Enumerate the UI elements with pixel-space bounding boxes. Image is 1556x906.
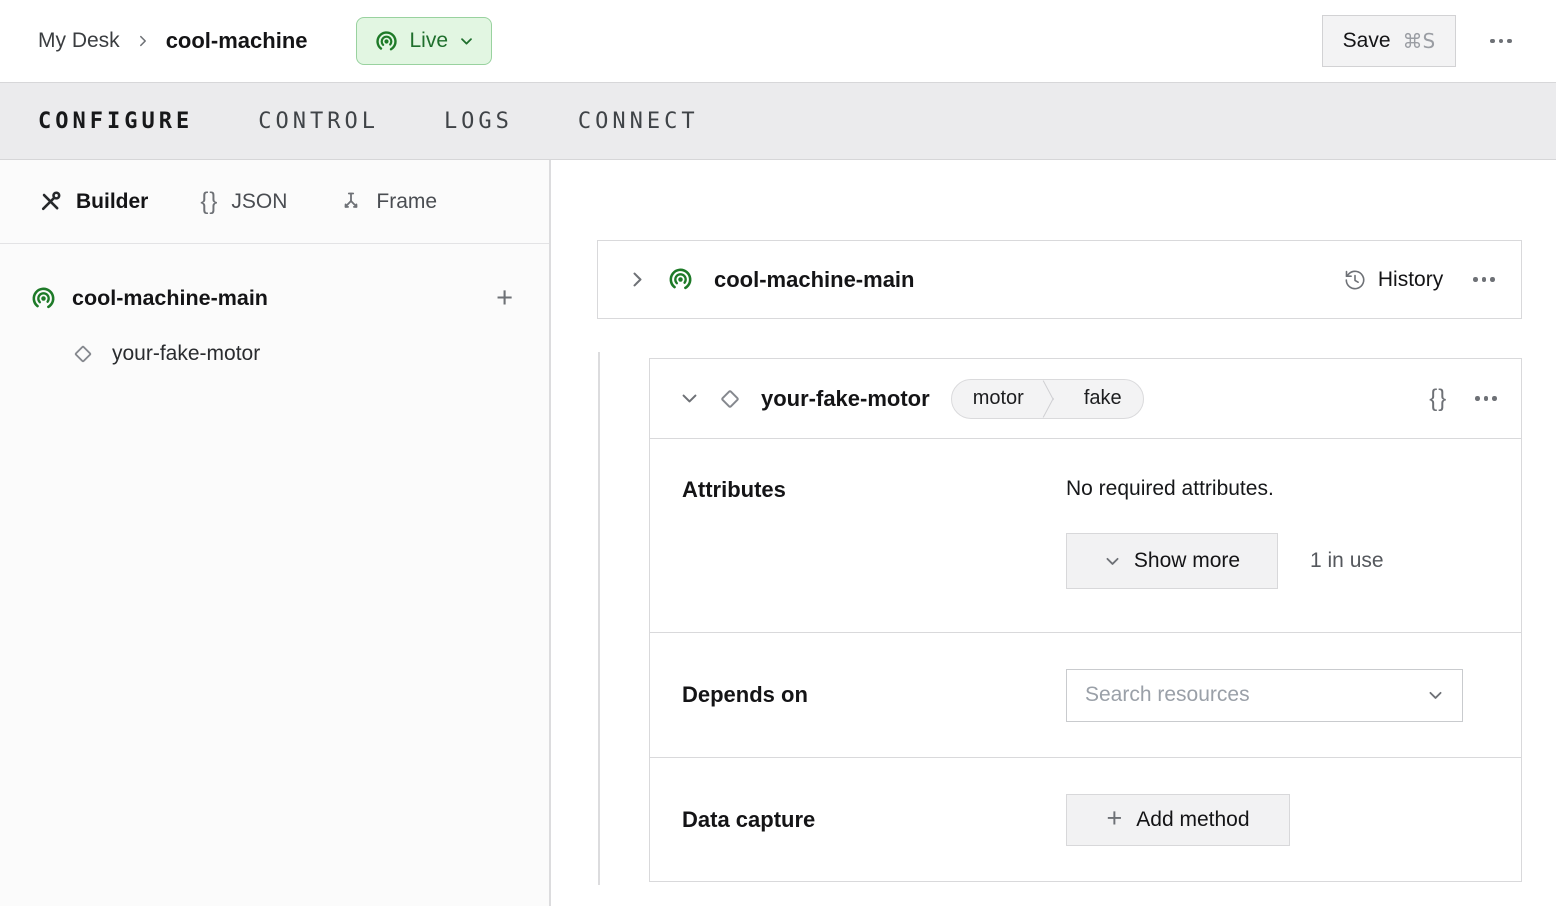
component-card-title: your-fake-motor: [761, 385, 930, 411]
machine-live-icon: [374, 29, 399, 54]
braces-icon: {}: [200, 187, 219, 215]
resource-tree: cool-machine-main + your-fake-motor: [0, 244, 549, 376]
component-json-icon[interactable]: {}: [1429, 385, 1447, 413]
tab-configure[interactable]: CONFIGURE: [38, 109, 193, 134]
chevron-down-icon: [459, 34, 474, 49]
chevron-down-icon: [1104, 553, 1121, 570]
component-type-label: motor: [972, 387, 1024, 409]
collapse-component-chevron-icon[interactable]: [680, 389, 699, 408]
component-model-badge: motor fake: [950, 378, 1144, 419]
config-sidebar: Builder {} JSON Frame cool-machine-main …: [0, 160, 551, 906]
attributes-label: Attributes: [682, 477, 786, 502]
view-frame-label: Frame: [376, 189, 438, 213]
depends-on-section: Depends on: [650, 633, 1521, 758]
show-more-button[interactable]: Show more: [1066, 533, 1278, 589]
topbar-more-button[interactable]: [1490, 38, 1512, 44]
add-method-label: Add method: [1136, 808, 1250, 831]
component-card-header: your-fake-motor motor fake {}: [650, 359, 1521, 439]
breadcrumb-separator-icon: [136, 34, 150, 48]
machine-part-icon: [30, 285, 57, 312]
search-resources-input[interactable]: [1085, 683, 1427, 707]
tree-part-label: cool-machine-main: [72, 285, 268, 310]
show-more-label: Show more: [1133, 549, 1241, 572]
part-card-title: cool-machine-main: [714, 266, 915, 292]
breadcrumb: My Desk cool-machine: [38, 28, 308, 54]
expand-part-chevron-icon[interactable]: [628, 270, 647, 289]
component-diamond-icon: [70, 341, 96, 367]
depends-on-label: Depends on: [682, 682, 808, 707]
save-button[interactable]: Save ⌘S: [1321, 15, 1457, 67]
machine-status-dropdown[interactable]: Live: [355, 17, 493, 65]
component-model-label: fake: [1083, 387, 1122, 409]
tab-logs[interactable]: LOGS: [444, 109, 513, 134]
history-button[interactable]: History: [1343, 268, 1443, 292]
machine-status-label: Live: [409, 29, 449, 52]
save-shortcut: ⌘S: [1402, 29, 1436, 53]
plus-icon: +: [1106, 803, 1123, 833]
add-resource-button[interactable]: +: [496, 283, 513, 313]
view-builder-label: Builder: [76, 189, 149, 213]
attributes-section: Attributes No required attributes. Show …: [650, 439, 1521, 633]
attributes-empty-text: No required attributes.: [1066, 477, 1274, 500]
tab-connect[interactable]: CONNECT: [578, 109, 699, 134]
component-diamond-icon: [716, 385, 744, 413]
data-capture-label: Data capture: [682, 807, 816, 832]
view-frame[interactable]: Frame: [339, 190, 437, 214]
view-builder[interactable]: Builder: [38, 189, 148, 214]
add-method-button[interactable]: + Add method: [1066, 794, 1290, 846]
attributes-in-use-count: 1 in use: [1310, 549, 1384, 572]
tree-item-component[interactable]: your-fake-motor: [0, 332, 549, 376]
chevron-down-icon: [1427, 687, 1444, 704]
builder-tools-icon: [38, 189, 63, 214]
component-card: your-fake-motor motor fake {} Attributes…: [649, 358, 1522, 882]
data-capture-section: Data capture + Add method: [650, 758, 1521, 882]
tree-connector-line: [598, 352, 600, 885]
view-switcher: Builder {} JSON Frame: [0, 160, 549, 244]
tree-component-label: your-fake-motor: [112, 342, 261, 365]
badge-divider: [1045, 380, 1063, 418]
part-card-more-button[interactable]: [1473, 277, 1495, 282]
machine-part-card: cool-machine-main History: [597, 240, 1522, 319]
machine-tabs: CONFIGURE CONTROL LOGS CONNECT: [0, 82, 1556, 160]
view-json-label: JSON: [231, 189, 288, 213]
top-bar: My Desk cool-machine Live Save ⌘S: [0, 0, 1556, 82]
component-more-button[interactable]: [1475, 396, 1497, 401]
breadcrumb-current: cool-machine: [165, 28, 308, 53]
breadcrumb-root-link[interactable]: My Desk: [38, 29, 120, 53]
history-icon: [1343, 268, 1367, 292]
machine-part-icon: [667, 266, 694, 293]
frame-axes-icon: [339, 190, 363, 214]
tab-control[interactable]: CONTROL: [258, 109, 379, 134]
history-label: History: [1377, 267, 1444, 291]
view-json[interactable]: {} JSON: [200, 188, 287, 216]
depends-on-select[interactable]: [1066, 668, 1463, 722]
config-main-panel: cool-machine-main History your-fake-moto…: [551, 160, 1556, 906]
tree-item-machine-part[interactable]: cool-machine-main +: [0, 276, 549, 320]
save-button-label: Save: [1342, 29, 1391, 52]
